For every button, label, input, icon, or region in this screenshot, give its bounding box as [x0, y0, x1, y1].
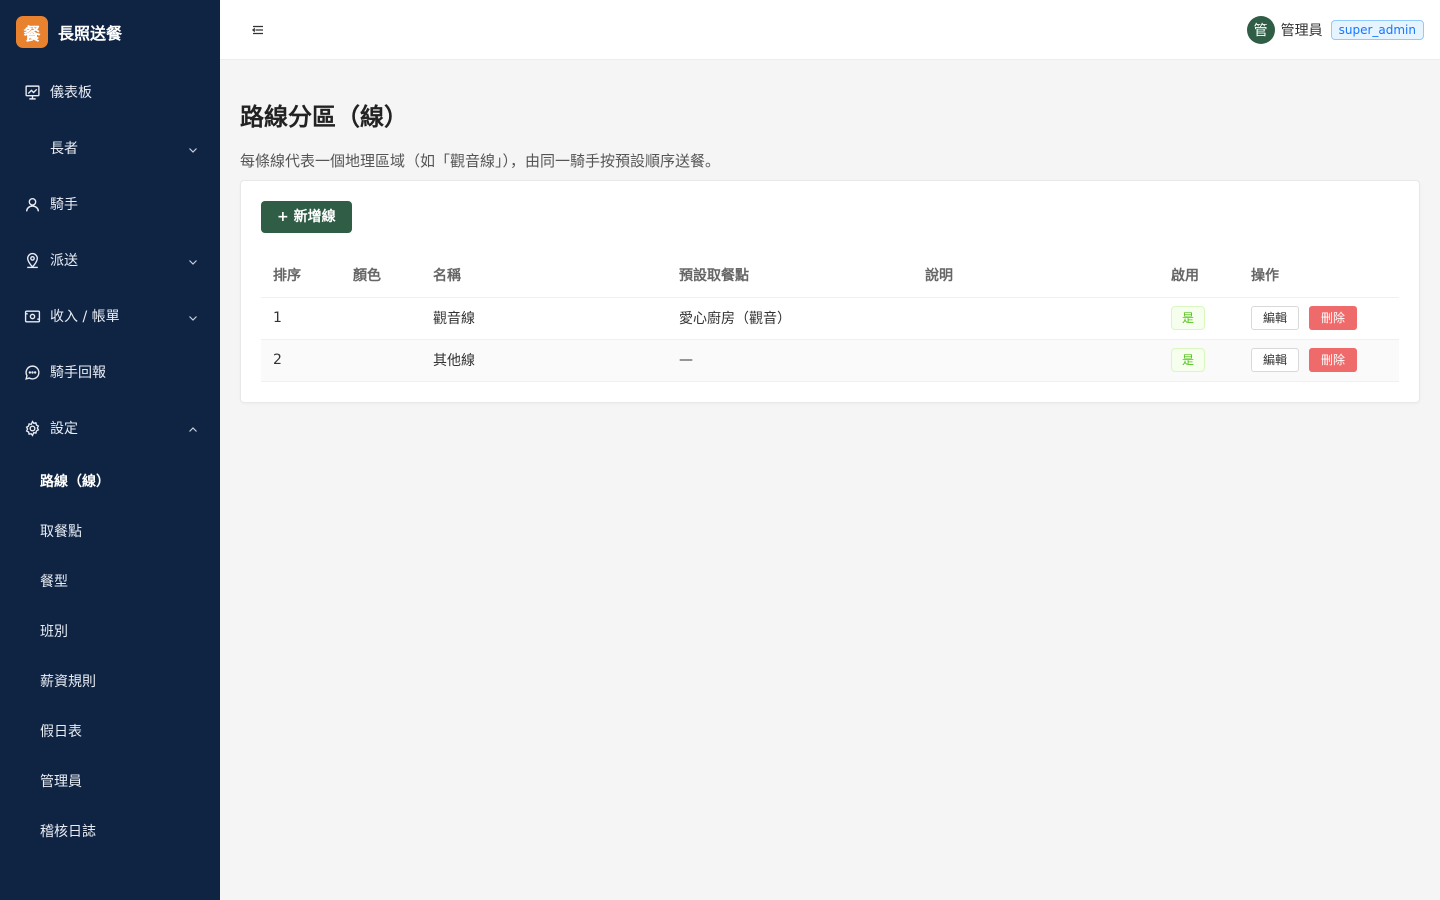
sidebar-item-label: 收入 / 帳單 — [50, 309, 120, 325]
cell-enabled: 是 — [1159, 297, 1239, 340]
chevron-down-icon — [188, 143, 198, 153]
gear-icon — [24, 419, 41, 437]
add-route-button[interactable]: + 新增線 — [261, 201, 352, 233]
settings-submenu: 路線（線） 取餐點 餐型 班別 薪資規則 假日表 管理員 稽核日誌 — [0, 456, 220, 856]
main-content: 路線分區（線） 每條線代表一個地理區域（如「觀音線」），由同一騎手按預設順序送餐… — [240, 60, 1420, 403]
delete-button[interactable]: 刪除 — [1309, 348, 1358, 372]
sidebar-item-billing[interactable]: 收入 / 帳單 — [0, 288, 220, 344]
table-row: 2 其他線 — 是 編輯 刪除 — [261, 339, 1399, 382]
logo-badge: 餐 — [16, 16, 48, 48]
sidebar-item-label: 設定 — [50, 421, 78, 437]
sidebar-item-routes[interactable]: 路線（線） — [0, 456, 220, 506]
sidebar-item-holidays[interactable]: 假日表 — [0, 706, 220, 756]
user-menu[interactable]: 管 管理員 super_admin — [1246, 16, 1424, 44]
cell-actions: 編輯 刪除 — [1239, 297, 1399, 340]
column-header-pickup[interactable]: 預設取餐點 — [667, 253, 913, 298]
chevron-down-icon — [188, 255, 198, 265]
edit-button[interactable]: 編輯 — [1251, 348, 1300, 372]
column-header-order[interactable]: 排序 — [261, 253, 341, 298]
location-icon — [24, 252, 41, 269]
app-name: 長照送餐 — [58, 24, 123, 43]
table-header-row: 排序 顏色 名稱 預設取餐點 說明 啟用 操作 — [261, 253, 1399, 298]
sidebar-item-pickup-points[interactable]: 取餐點 — [0, 506, 220, 556]
sidebar-item-audit-log[interactable]: 稽核日誌 — [0, 806, 220, 856]
column-header-actions: 操作 — [1239, 253, 1399, 298]
column-header-enabled[interactable]: 啟用 — [1159, 253, 1239, 298]
sidebar-item-salary-rules[interactable]: 薪資規則 — [0, 656, 220, 706]
column-header-description[interactable]: 說明 — [913, 253, 1159, 298]
sidebar-item-label: 派送 — [50, 253, 78, 269]
cell-description — [913, 339, 1159, 382]
cell-color — [341, 339, 421, 382]
sidebar-item-admins[interactable]: 管理員 — [0, 756, 220, 806]
column-header-color[interactable]: 顏色 — [341, 253, 421, 298]
sidebar-item-rider-reports[interactable]: 騎手回報 — [0, 344, 220, 400]
cell-order: 2 — [261, 339, 341, 382]
sidebar: 餐 長照送餐 儀表板 長者 騎手 派送 收入 / 帳單 騎手回報 設定 路線（線… — [0, 0, 220, 900]
user-icon — [24, 196, 41, 213]
menu-toggle-icon[interactable] — [250, 22, 266, 38]
cell-name: 觀音線 — [421, 297, 667, 340]
column-header-name[interactable]: 名稱 — [421, 253, 667, 298]
cell-description — [913, 297, 1159, 340]
dashboard-icon — [24, 84, 41, 101]
sidebar-item-label: 騎手 — [50, 197, 78, 213]
cell-order: 1 — [261, 297, 341, 340]
sidebar-item-label: 長者 — [50, 141, 78, 157]
sidebar-item-label: 儀表板 — [50, 85, 92, 101]
cell-enabled: 是 — [1159, 339, 1239, 382]
top-header: 管 管理員 super_admin — [220, 0, 1440, 60]
sidebar-item-dashboard[interactable]: 儀表板 — [0, 64, 220, 120]
wallet-icon — [24, 308, 41, 325]
delete-button[interactable]: 刪除 — [1309, 306, 1358, 330]
table-row: 1 觀音線 愛心廚房（觀音） 是 編輯 刪除 — [261, 297, 1399, 340]
avatar: 管 — [1246, 16, 1275, 44]
edit-button[interactable]: 編輯 — [1251, 306, 1300, 330]
app-logo[interactable]: 餐 長照送餐 — [0, 0, 220, 64]
sidebar-menu: 儀表板 長者 騎手 派送 收入 / 帳單 騎手回報 設定 路線（線） 取餐點 餐… — [0, 64, 220, 856]
enabled-badge: 是 — [1171, 348, 1206, 372]
user-name: 管理員 — [1280, 23, 1323, 39]
cell-pickup: — — [667, 339, 913, 382]
role-badge: super_admin — [1330, 20, 1424, 40]
sidebar-item-meal-types[interactable]: 餐型 — [0, 556, 220, 606]
page-description: 每條線代表一個地理區域（如「觀音線」），由同一騎手按預設順序送餐。 — [240, 152, 721, 170]
sidebar-item-label: 騎手回報 — [50, 365, 106, 381]
sidebar-item-shifts[interactable]: 班別 — [0, 606, 220, 656]
routes-table: 排序 顏色 名稱 預設取餐點 說明 啟用 操作 1 觀音線 愛心廚房（觀音） 是 — [261, 253, 1399, 382]
chevron-down-icon — [188, 311, 198, 321]
cell-actions: 編輯 刪除 — [1239, 339, 1399, 382]
sidebar-item-riders[interactable]: 騎手 — [0, 176, 220, 232]
sidebar-item-settings[interactable]: 設定 — [0, 400, 220, 456]
enabled-badge: 是 — [1171, 306, 1206, 330]
cell-color — [341, 297, 421, 340]
routes-card: + 新增線 排序 顏色 名稱 預設取餐點 說明 啟用 操作 1 觀音線 愛心廚房… — [240, 180, 1420, 403]
sidebar-item-dispatch[interactable]: 派送 — [0, 232, 220, 288]
cell-name: 其他線 — [421, 339, 667, 382]
sidebar-item-elders[interactable]: 長者 — [0, 120, 220, 176]
message-icon — [24, 364, 41, 381]
page-title: 路線分區（線） — [240, 103, 408, 131]
chevron-up-icon — [188, 423, 198, 433]
cell-pickup: 愛心廚房（觀音） — [667, 297, 913, 340]
